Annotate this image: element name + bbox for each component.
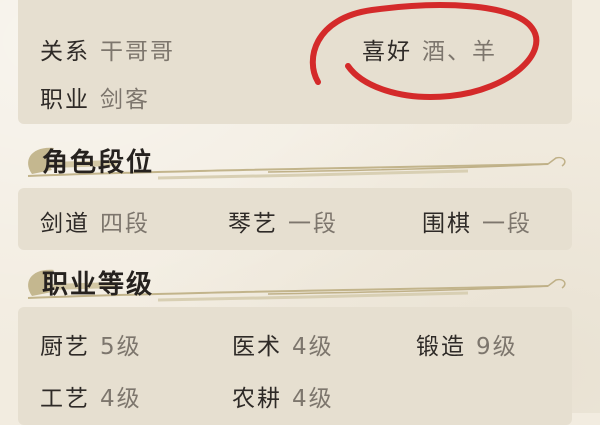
profession-field: 职业 剑客 [40, 80, 150, 114]
career-value: 4级 [292, 386, 334, 412]
career-value: 9级 [476, 334, 518, 360]
career-crafting: 工艺 4级 [40, 379, 142, 413]
career-label: 工艺 [40, 386, 90, 412]
hobby-value: 酒、羊 [422, 39, 497, 65]
rank-label: 剑道 [40, 211, 90, 237]
section-header-rank: 角色段位 [8, 140, 588, 184]
rank-label: 围棋 [422, 211, 472, 237]
hobby-field: 喜好 酒、羊 [362, 32, 497, 66]
career-value: 4级 [100, 386, 142, 412]
career-cooking: 厨艺 5级 [40, 327, 142, 361]
relation-label: 关系 [40, 39, 90, 65]
profession-value: 剑客 [100, 87, 150, 113]
rank-go: 围棋 一段 [422, 204, 532, 238]
career-value: 5级 [100, 334, 142, 360]
section-title-career: 职业等级 [42, 270, 155, 300]
hobby-label: 喜好 [362, 39, 412, 65]
career-farming: 农耕 4级 [232, 379, 334, 413]
career-value: 4级 [292, 334, 334, 360]
career-medicine: 医术 4级 [232, 327, 334, 361]
career-panel: 厨艺 5级 医术 4级 锻造 9级 工艺 4级 农耕 4级 [18, 307, 572, 425]
rank-value: 一段 [288, 211, 338, 237]
section-title-rank: 角色段位 [42, 148, 155, 178]
relation-field: 关系 干哥哥 [40, 32, 175, 66]
relation-value: 干哥哥 [100, 39, 175, 65]
career-label: 锻造 [416, 334, 466, 360]
career-forging: 锻造 9级 [416, 327, 518, 361]
rank-value: 四段 [100, 211, 150, 237]
career-label: 厨艺 [40, 334, 90, 360]
rank-value: 一段 [482, 211, 532, 237]
career-label: 农耕 [232, 386, 282, 412]
profile-panel: 关系 干哥哥 喜好 酒、羊 职业 剑客 [18, 0, 572, 124]
profession-label: 职业 [40, 87, 90, 113]
rank-swordsmanship: 剑道 四段 [40, 204, 150, 238]
section-header-career: 职业等级 [8, 262, 588, 306]
rank-panel: 剑道 四段 琴艺 一段 围棋 一段 [18, 188, 572, 250]
rank-guqin: 琴艺 一段 [228, 204, 338, 238]
career-label: 医术 [232, 334, 282, 360]
rank-label: 琴艺 [228, 211, 278, 237]
